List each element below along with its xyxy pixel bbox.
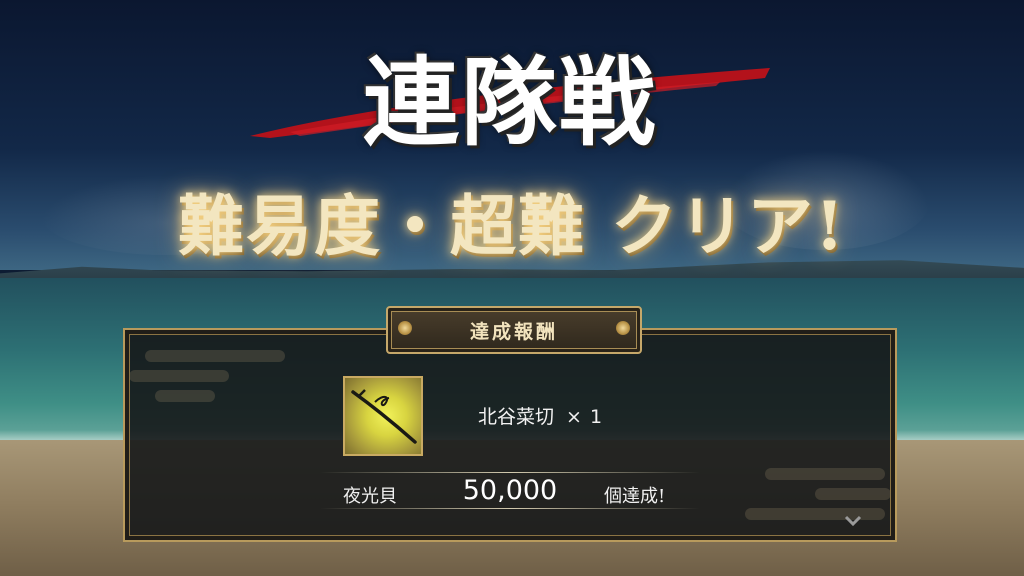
ornament-icon: [616, 321, 630, 335]
event-title-logo: 連隊戦: [240, 28, 780, 158]
cloud-pattern: [129, 370, 229, 382]
cloud-pattern: [765, 468, 885, 480]
divider-bottom: [320, 508, 700, 509]
reward-header: 達成報酬: [386, 306, 642, 354]
clear-banner: 難易度・超難 クリア!: [178, 187, 846, 265]
chevron-down-icon[interactable]: [843, 512, 863, 532]
chevron-down-shape: [844, 515, 862, 527]
cloud-pattern: [155, 390, 215, 402]
condition-suffix: 個達成!: [604, 486, 666, 507]
reward-item-text: 北谷菜切 × 1: [478, 402, 678, 429]
title-logo-text: 連隊戦: [363, 46, 657, 159]
reward-panel: [123, 328, 897, 542]
cloud-pattern: [815, 488, 891, 500]
reward-item-name: 北谷菜切: [478, 406, 555, 428]
condition-item-label: 夜光貝: [343, 486, 397, 507]
divider-top: [320, 472, 700, 473]
katana-icon[interactable]: [343, 376, 423, 456]
reward-item-quantity: 1: [589, 406, 603, 428]
reward-header-label: 達成報酬: [469, 321, 558, 343]
cloud-pattern: [745, 508, 885, 520]
ornament-icon: [398, 321, 412, 335]
cloud-pattern: [145, 350, 285, 362]
multiply-sign: ×: [566, 406, 582, 428]
condition-value: 50,000: [462, 475, 558, 506]
katana-shape: [351, 389, 417, 444]
